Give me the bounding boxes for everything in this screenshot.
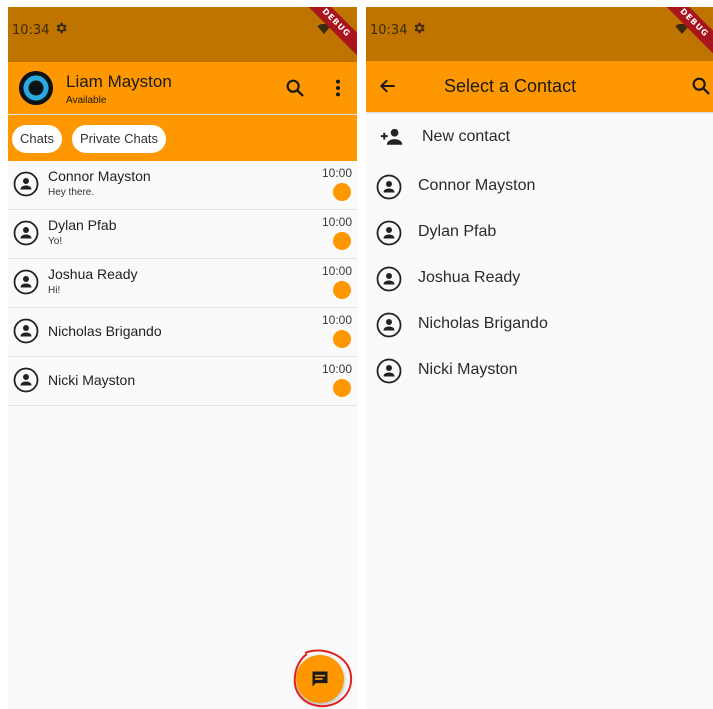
chat-row-nicholas[interactable]: Nicholas Brigando 10:00 — [8, 308, 357, 357]
status-bar: 10:34 DEBUG — [366, 7, 713, 62]
status-bar: 10:34 DEBUG — [8, 7, 357, 62]
user-name: Liam Mayston — [66, 72, 172, 91]
chat-message: Hey there. — [48, 187, 95, 198]
app-bar: Liam Mayston Available — [8, 62, 357, 114]
contact-row-dylan[interactable]: Dylan Pfab — [366, 210, 713, 256]
user-status: Available — [66, 95, 107, 106]
chat-row-nicki[interactable]: Nicki Mayston 10:00 — [8, 357, 357, 406]
tab-private-chats[interactable]: Private Chats — [72, 125, 167, 153]
tab-chats[interactable]: Chats — [12, 125, 62, 153]
gear-icon — [414, 22, 425, 34]
person-icon — [13, 171, 39, 197]
person-icon — [13, 367, 39, 393]
more-vert-icon[interactable] — [328, 77, 348, 99]
person-icon — [13, 318, 39, 344]
contact-name: Dylan Pfab — [418, 223, 497, 240]
status-time: 10:34 — [370, 23, 408, 38]
unread-indicator — [333, 281, 351, 299]
arrow-back-icon[interactable] — [378, 76, 398, 96]
chat-time: 10:00 — [321, 166, 352, 180]
chat-name: Joshua Ready — [48, 266, 138, 282]
chat-time: 10:00 — [321, 313, 352, 327]
profile-logo-icon — [19, 71, 53, 105]
chat-name: Nicholas Brigando — [48, 323, 162, 339]
chats-screen: 10:34 DEBUG Liam Mayston Available Chats… — [8, 7, 357, 709]
new-contact-row[interactable]: New contact — [366, 119, 713, 157]
chat-time: 10:00 — [321, 215, 352, 229]
person-icon — [376, 174, 402, 200]
status-time: 10:34 — [12, 23, 50, 38]
chat-row-joshua[interactable]: Joshua Ready Hi! 10:00 — [8, 259, 357, 308]
person-icon — [376, 312, 402, 338]
person-icon — [13, 269, 39, 295]
chat-row-connor[interactable]: Connor Mayston Hey there. 10:00 — [8, 161, 357, 210]
chat-time: 10:00 — [321, 264, 352, 278]
unread-indicator — [333, 330, 351, 348]
tabs-bar: Chats Private Chats — [8, 115, 357, 161]
person-icon — [376, 266, 402, 292]
contact-name: Nicholas Brigando — [418, 315, 548, 332]
select-contact-screen: 10:34 DEBUG Select a Contact New contact… — [366, 7, 713, 709]
chat-time: 10:00 — [321, 362, 352, 376]
contact-row-nicholas[interactable]: Nicholas Brigando — [366, 302, 713, 348]
unread-indicator — [333, 379, 351, 397]
new-contact-label: New contact — [422, 128, 511, 145]
contact-row-joshua[interactable]: Joshua Ready — [366, 256, 713, 302]
contact-name: Joshua Ready — [418, 269, 521, 286]
contact-name: Nicki Mayston — [418, 361, 518, 378]
unread-indicator — [333, 232, 351, 250]
user-avatar[interactable] — [19, 71, 53, 105]
person-icon — [376, 358, 402, 384]
contact-list: Connor Mayston Dylan Pfab Joshua Ready N… — [366, 164, 713, 394]
gear-icon — [56, 22, 67, 34]
page-title: Select a Contact — [444, 76, 577, 96]
chat-name: Dylan Pfab — [48, 217, 117, 233]
chat-name: Connor Mayston — [48, 168, 151, 184]
search-icon[interactable] — [690, 75, 712, 97]
chat-message: Yo! — [48, 236, 63, 247]
app-bar: Select a Contact — [366, 61, 713, 112]
person-icon — [13, 220, 39, 246]
person-add-icon — [380, 128, 403, 145]
contact-row-connor[interactable]: Connor Mayston — [366, 164, 713, 210]
chat-name: Nicki Mayston — [48, 372, 136, 388]
contact-row-nicki[interactable]: Nicki Mayston — [366, 348, 713, 394]
chat-list: Connor Mayston Hey there. 10:00 Dylan Pf… — [8, 161, 357, 406]
unread-indicator — [333, 183, 351, 201]
contact-name: Connor Mayston — [418, 177, 536, 194]
chat-row-dylan[interactable]: Dylan Pfab Yo! 10:00 — [8, 210, 357, 259]
chat-message: Hi! — [48, 285, 61, 296]
person-icon — [376, 220, 402, 246]
highlight-circle-annotation — [293, 649, 353, 708]
search-icon[interactable] — [284, 77, 306, 99]
